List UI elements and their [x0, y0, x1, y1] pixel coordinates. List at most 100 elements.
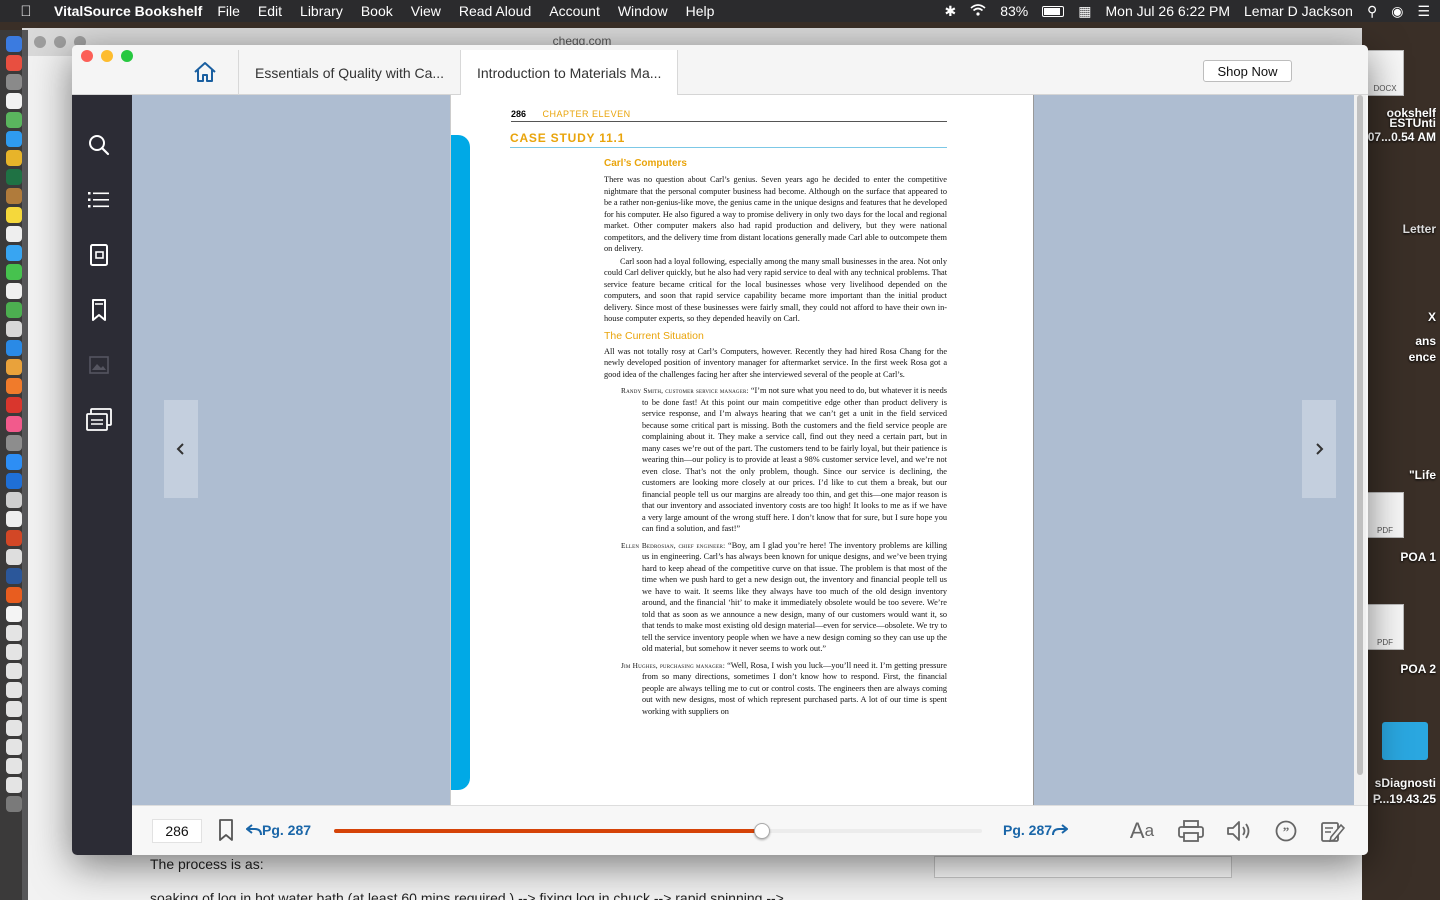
trash-icon[interactable] [6, 796, 22, 812]
desktop-label[interactable]: X [1428, 310, 1436, 324]
app-icon[interactable] [6, 682, 22, 698]
app-icon[interactable] [6, 435, 22, 451]
notes-edit-icon[interactable] [1319, 818, 1347, 844]
search-icon[interactable] [86, 132, 112, 158]
app-icon[interactable] [6, 511, 22, 527]
app-icon[interactable] [6, 663, 22, 679]
notebook-icon[interactable] [86, 242, 112, 268]
photos-icon[interactable] [6, 359, 22, 375]
reading-progress-slider[interactable] [334, 823, 982, 839]
menu-library[interactable]: Library [300, 3, 343, 19]
text-settings-icon[interactable]: Aa [1128, 818, 1156, 844]
menu-view[interactable]: View [411, 3, 441, 19]
desktop-label[interactable]: ence [1409, 350, 1436, 364]
tab-book-quality[interactable]: Essentials of Quality with Ca... [238, 50, 460, 95]
chrome-icon[interactable] [6, 150, 22, 166]
app-icon[interactable] [6, 226, 22, 242]
menu-file[interactable]: File [217, 3, 240, 19]
bluetooth-icon[interactable]: ✱ [945, 3, 957, 20]
input-source-icon[interactable]: ▦ [1078, 3, 1091, 20]
citation-icon[interactable]: ” [1272, 818, 1300, 844]
notification-center-icon[interactable]: ☰ [1417, 3, 1430, 20]
bookmarks-icon[interactable] [86, 297, 112, 323]
app-icon[interactable] [6, 473, 22, 489]
folder-icon[interactable] [1382, 722, 1428, 760]
menu-app-name[interactable]: VitalSource Bookshelf [54, 3, 202, 19]
previous-page-button[interactable] [164, 400, 198, 498]
app-icon[interactable] [6, 93, 22, 109]
zoom-button[interactable] [121, 50, 133, 62]
pdf-file-icon[interactable]: PDF [1366, 492, 1404, 538]
menu-read-aloud[interactable]: Read Aloud [459, 3, 531, 19]
facetime-icon[interactable] [6, 264, 22, 280]
numbers-icon[interactable] [6, 302, 22, 318]
desktop-label[interactable]: sDiagnosti [1375, 776, 1436, 790]
app-icon[interactable] [6, 397, 22, 413]
excel-icon[interactable] [6, 169, 22, 185]
user-name[interactable]: Lemar D Jackson [1244, 3, 1353, 19]
tab-book-materials[interactable]: Introduction to Materials Ma... [460, 50, 678, 95]
flashcards-icon[interactable] [86, 407, 112, 433]
desktop-label[interactable]: POA 1 [1400, 550, 1436, 564]
messages-icon[interactable] [6, 245, 22, 261]
close-button[interactable] [81, 50, 93, 62]
desktop-label[interactable]: ans [1415, 334, 1436, 348]
apple-menu-icon[interactable]:  [12, 3, 40, 20]
battery-icon[interactable] [1042, 5, 1065, 17]
desktop-label[interactable]: ESTUnti [1389, 116, 1436, 130]
app-icon[interactable] [6, 758, 22, 774]
safari-icon[interactable] [6, 131, 22, 147]
app-icon[interactable] [6, 492, 22, 508]
notes-icon[interactable] [6, 207, 22, 223]
window-close-button[interactable] [34, 36, 46, 48]
app-icon[interactable] [6, 644, 22, 660]
app-icon[interactable] [6, 188, 22, 204]
next-page-button[interactable] [1302, 400, 1336, 498]
desktop-label[interactable]: 07...0.54 AM [1368, 130, 1436, 144]
page-number-input[interactable]: 286 [152, 819, 202, 843]
background-input-box[interactable] [934, 856, 1232, 878]
back-to-page-link[interactable]: Pg. 287 [245, 822, 311, 838]
minimize-button[interactable] [101, 50, 113, 62]
scrollbar[interactable] [1354, 95, 1366, 805]
app-icon[interactable] [6, 321, 22, 337]
bookmark-icon[interactable] [218, 819, 240, 843]
pdf-file-icon[interactable]: PDF [1366, 604, 1404, 650]
app-icon[interactable] [6, 625, 22, 641]
siri-icon[interactable]: ◉ [1391, 3, 1403, 20]
app-icon[interactable] [6, 74, 22, 90]
docx-file-icon[interactable]: DOCX [1366, 50, 1404, 96]
figures-icon[interactable] [86, 352, 112, 378]
app-icon[interactable] [6, 55, 22, 71]
menu-book[interactable]: Book [361, 3, 393, 19]
menu-edit[interactable]: Edit [258, 3, 282, 19]
table-of-contents-icon[interactable] [86, 187, 112, 213]
desktop-label[interactable]: POA 2 [1400, 662, 1436, 676]
scrollbar-thumb[interactable] [1357, 95, 1363, 775]
forward-to-page-link[interactable]: Pg. 287 [1003, 822, 1069, 838]
app-icon[interactable] [6, 549, 22, 565]
finder-icon[interactable] [6, 36, 22, 52]
app-icon[interactable] [6, 606, 22, 622]
desktop-label[interactable]: P...19.43.25 [1373, 792, 1436, 806]
desktop-label[interactable]: "Life [1409, 468, 1436, 482]
read-aloud-icon[interactable] [1225, 818, 1253, 844]
app-icon[interactable] [6, 701, 22, 717]
menu-help[interactable]: Help [686, 3, 715, 19]
app-store-icon[interactable] [6, 454, 22, 470]
wifi-icon[interactable] [970, 3, 986, 19]
app-icon[interactable] [6, 112, 22, 128]
app-icon[interactable] [6, 777, 22, 793]
app-icon[interactable] [6, 283, 22, 299]
keynote-icon[interactable] [6, 340, 22, 356]
menu-window[interactable]: Window [618, 3, 668, 19]
progress-knob[interactable] [753, 823, 770, 839]
home-icon[interactable] [188, 57, 222, 87]
app-icon[interactable] [6, 378, 22, 394]
music-icon[interactable] [6, 416, 22, 432]
desktop-label[interactable]: Letter [1403, 222, 1436, 236]
print-icon[interactable] [1177, 818, 1205, 844]
window-minimize-button[interactable] [54, 36, 66, 48]
word-icon[interactable] [6, 568, 22, 584]
menu-account[interactable]: Account [549, 3, 600, 19]
